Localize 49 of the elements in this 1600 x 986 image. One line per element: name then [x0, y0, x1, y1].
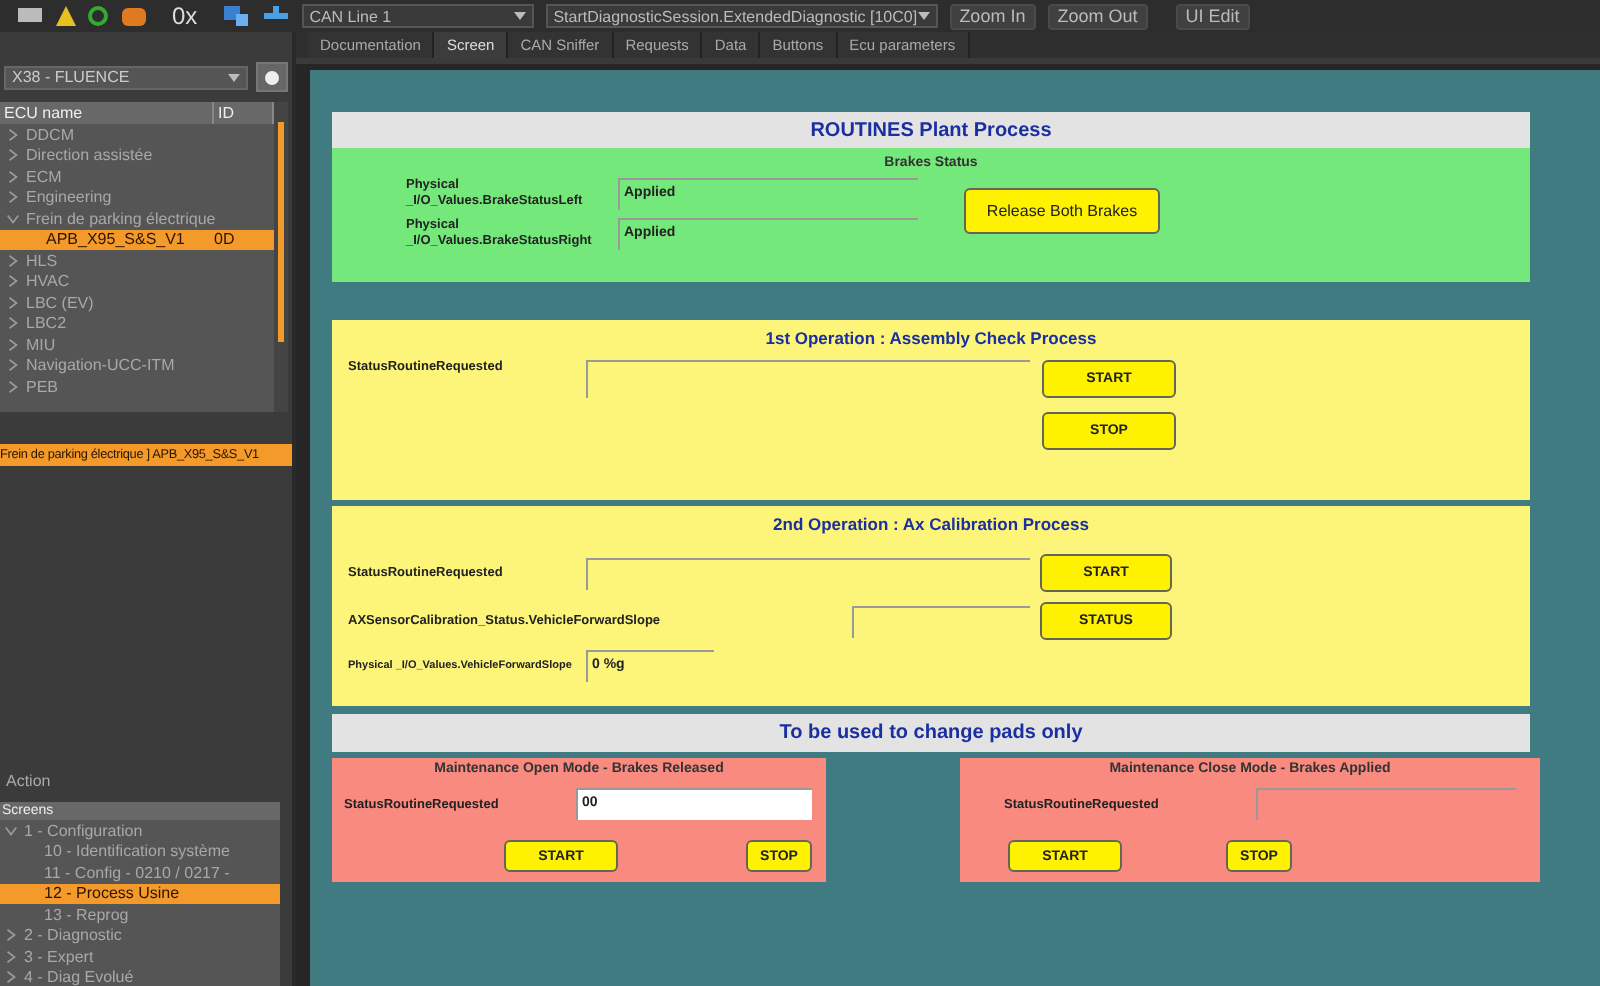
toolbar-button[interactable]: Zoom Out	[1047, 3, 1148, 29]
scrollbar[interactable]	[274, 102, 288, 412]
caret-icon	[513, 12, 526, 20]
tree-item[interactable]: LBC2	[0, 313, 274, 334]
tree-item[interactable]: 13 - Reprog	[0, 904, 280, 925]
section-title: To be used to change pads only	[332, 714, 1530, 752]
tree-item[interactable]: 12 - Process Usine	[0, 883, 280, 904]
column-header[interactable]: ECU name	[0, 102, 214, 124]
panel-title: 1st Operation : Assembly Check Process	[763, 328, 1099, 348]
value-field[interactable]	[586, 557, 1030, 589]
tree-item[interactable]: LBC (EV)	[0, 292, 274, 313]
caret-icon	[917, 12, 930, 20]
tree-item[interactable]: HVAC	[0, 271, 274, 292]
chevron-down-icon	[4, 823, 18, 838]
tree-item[interactable]: ECM	[0, 166, 274, 187]
tree-item[interactable]: 11 - Config - 0210 / 0217 -	[0, 862, 280, 883]
release-brakes-button[interactable]: Release Both Brakes	[964, 187, 1160, 233]
tree-item[interactable]: 10 - Identification système	[0, 841, 280, 862]
value-field[interactable]	[1256, 788, 1516, 820]
tree-item[interactable]: 1 - Configuration	[0, 820, 280, 841]
tree-item[interactable]: Navigation-UCC-ITM	[0, 355, 274, 376]
tree-item[interactable]: PEB	[0, 376, 274, 397]
tree-item[interactable]: HLS	[0, 250, 274, 271]
toolbar-button[interactable]: Zoom In	[949, 3, 1036, 29]
caret-icon	[228, 73, 240, 81]
chevron-down-icon	[6, 211, 20, 226]
tree-item[interactable]: DDCM	[0, 124, 274, 145]
monitor-icon[interactable]	[16, 6, 44, 26]
vehicle-dropdown[interactable]: X38 - FLUENCE	[4, 65, 248, 89]
tree-item[interactable]: MIU	[0, 334, 274, 355]
value-field[interactable]	[852, 605, 1030, 637]
tree-item[interactable]: Engineering	[0, 187, 274, 208]
tree-item[interactable]: 3 - Expert	[0, 946, 280, 967]
warning-icon[interactable]	[56, 6, 76, 26]
tree-item[interactable]: 4 - Diag Evolué	[0, 967, 280, 986]
action-title: Action	[4, 772, 53, 794]
network-icon[interactable]	[221, 4, 250, 28]
hex-counter: 0x	[172, 2, 198, 30]
value-field[interactable]	[586, 360, 1030, 398]
toolbar-button[interactable]: UI Edit	[1175, 3, 1250, 29]
tree-item[interactable]: 2 - Diagnostic	[0, 925, 280, 946]
can-line-dropdown[interactable]: CAN Line 1	[301, 4, 534, 28]
session-dropdown[interactable]: StartDiagnosticSession.ExtendedDiagnostic [10C0]	[545, 4, 938, 28]
settings-button[interactable]	[256, 62, 288, 92]
tree-item[interactable]: APB_X95_S&S_V1 0D	[0, 229, 274, 250]
page-title: ROUTINES Plant Process	[332, 112, 1530, 148]
panel-title: 2nd Operation : Ax Calibration Process	[771, 514, 1091, 534]
tree-item[interactable]: Direction assistée	[0, 145, 274, 166]
tree-item[interactable]: Frein de parking électrique	[0, 208, 274, 229]
